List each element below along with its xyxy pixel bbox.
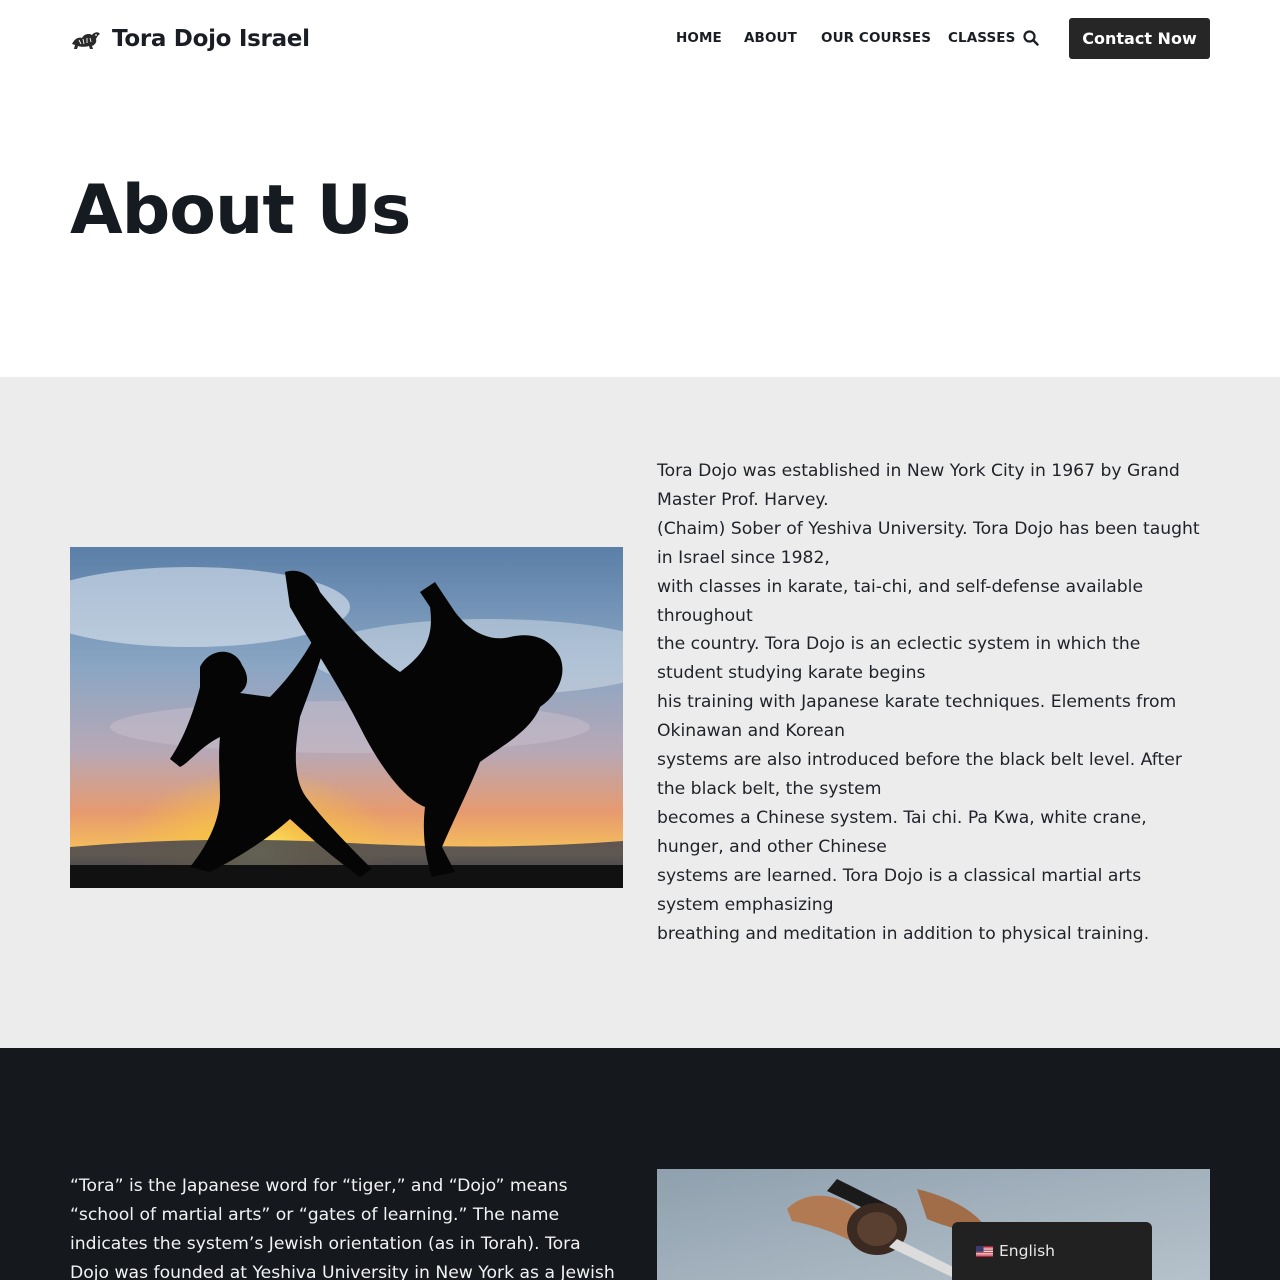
about-text-line: the black belt, the system xyxy=(657,778,882,799)
about-text-line: with classes in karate, tai-chi, and sel… xyxy=(657,576,1144,597)
language-label: English xyxy=(999,1242,1055,1260)
nav-about[interactable]: ABOUT xyxy=(744,28,797,48)
tora-text-line: “Tora” is the Japanese word for “tiger,”… xyxy=(70,1176,568,1196)
about-text: Tora Dojo was established in New York Ci… xyxy=(657,457,1217,948)
about-text-line: Master Prof. Harvey. xyxy=(657,489,829,510)
about-text-line: breathing and meditation in addition to … xyxy=(657,923,1150,944)
nav-home[interactable]: HOME xyxy=(676,28,722,48)
us-flag-icon xyxy=(976,1245,993,1257)
search-icon[interactable] xyxy=(1022,29,1040,47)
about-text-line: system emphasizing xyxy=(657,894,834,915)
tora-text-line: indicates the system’s Jewish orientatio… xyxy=(70,1233,581,1254)
about-text-line: hunger, and other Chinese xyxy=(657,836,887,857)
about-text-line: (Chaim) Sober of Yeshiva University. Tor… xyxy=(657,518,1200,539)
about-section: Tora Dojo was established in New York Ci… xyxy=(0,377,1280,1048)
about-text-line: in Israel since 1982, xyxy=(657,547,830,568)
nav-our-courses[interactable]: OUR COURSES xyxy=(821,28,931,48)
about-text-line: student studying karate begins xyxy=(657,663,926,684)
language-switcher[interactable]: English xyxy=(952,1222,1152,1280)
about-text-line: his training with Japanese karate techni… xyxy=(657,692,1177,713)
about-text-line: Okinawan and Korean xyxy=(657,721,846,742)
about-text-line: becomes a Chinese system. Tai chi. Pa Kw… xyxy=(657,807,1147,828)
contact-now-button[interactable]: Contact Now xyxy=(1069,18,1210,59)
about-text-line: Tora Dojo was established in New York Ci… xyxy=(657,461,1180,481)
about-text-line: throughout xyxy=(657,605,753,626)
tora-text-line: “school of martial arts” or “gates of le… xyxy=(70,1204,560,1225)
karate-fighters-image xyxy=(70,547,623,888)
nav-classes[interactable]: CLASSES xyxy=(948,28,1015,48)
about-text-line: systems are also introduced before the b… xyxy=(657,750,1182,771)
tora-meaning-text: “Tora” is the Japanese word for “tiger,”… xyxy=(70,1172,630,1280)
page-title: About Us xyxy=(70,171,411,250)
about-text-line: the country. Tora Dojo is an eclectic sy… xyxy=(657,634,1141,655)
site-header: Tora Dojo Israel HOME ABOUT OUR COURSES … xyxy=(0,0,1280,77)
tora-text-line: Dojo was founded at Yeshiva University i… xyxy=(70,1262,615,1280)
about-text-line: systems are learned. Tora Dojo is a clas… xyxy=(657,865,1142,886)
